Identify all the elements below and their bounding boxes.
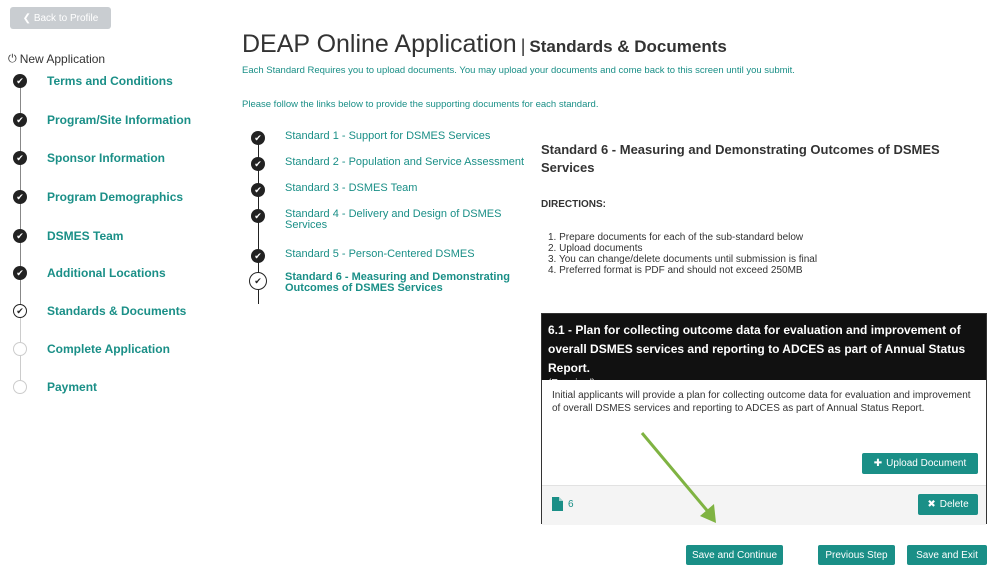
step-program-site[interactable]: ✔ Program/Site Information xyxy=(12,111,191,129)
standard-link-1[interactable]: ✔ Standard 1 - Support for DSMES Service… xyxy=(250,131,535,145)
step-label: Additional Locations xyxy=(47,266,166,280)
check-icon: ✔ xyxy=(251,183,265,197)
step-payment[interactable]: Payment xyxy=(12,378,97,396)
upload-row: ✚ Upload Document xyxy=(542,442,986,485)
check-icon: ✔ xyxy=(13,304,27,318)
instructions-text: Please follow the links below to provide… xyxy=(242,99,599,110)
standard-link-6[interactable]: ✔ Standard 6 - Measuring and Demonstrati… xyxy=(249,271,530,294)
standard-label: Standard 4 - Delivery and Design of DSME… xyxy=(285,208,502,231)
standard-label: Standard 6 - Measuring and Demonstrating… xyxy=(285,271,510,294)
back-to-profile-button[interactable]: ❮ Back to Profile xyxy=(10,7,111,29)
page-title: DEAP Online Application | Standards & Docu… xyxy=(242,30,727,59)
step-label: Payment xyxy=(47,380,98,394)
standard-link-5[interactable]: ✔ Standard 5 - Person-Centered DSMES xyxy=(250,249,535,263)
check-icon: ✔ xyxy=(251,157,265,171)
step-label: Program Demographics xyxy=(47,190,184,204)
step-label: DSMES Team xyxy=(47,229,124,243)
plus-icon: ✚ xyxy=(873,458,883,469)
substandard-header: 6.1 - Plan for collecting outcome data f… xyxy=(542,314,986,389)
empty-circle-icon xyxy=(13,380,27,394)
power-icon: ⏻ xyxy=(8,52,17,65)
uploaded-file-link[interactable]: 6 xyxy=(552,497,574,511)
close-icon: ✖ xyxy=(927,499,936,510)
step-dsmes-team[interactable]: ✔ DSMES Team xyxy=(12,227,123,245)
empty-circle-icon xyxy=(13,342,27,356)
delete-button[interactable]: ✖ Delete xyxy=(918,494,978,515)
substandard-description: Initial applicants will provide a plan f… xyxy=(552,390,971,414)
check-icon: ✔ xyxy=(13,151,27,165)
standard-link-4[interactable]: ✔ Standard 4 - Delivery and Design of DS… xyxy=(250,209,520,231)
intro-text: Each Standard Requires you to upload doc… xyxy=(242,65,795,76)
file-icon xyxy=(552,497,563,511)
upload-label: Upload Document xyxy=(886,458,967,469)
directions-label: DIRECTIONS: xyxy=(541,199,606,210)
sidebar-header-label: New Application xyxy=(19,52,106,66)
upload-document-button[interactable]: ✚ Upload Document xyxy=(862,453,978,474)
save-and-continue-button[interactable]: Save and Continue xyxy=(686,545,783,565)
direction-item: 2. Upload documents xyxy=(548,243,643,254)
standard-detail-title: Standard 6 - Measuring and Demonstrating… xyxy=(541,142,940,175)
step-standards-documents[interactable]: ✔ Standards & Documents xyxy=(12,302,186,320)
step-terms[interactable]: ✔ Terms and Conditions xyxy=(12,72,173,90)
direction-item: 4. Preferred format is PDF and should no… xyxy=(548,265,803,276)
check-icon: ✔ xyxy=(251,249,265,263)
standard-label: Standard 5 - Person-Centered DSMES xyxy=(285,248,475,260)
standard-link-3[interactable]: ✔ Standard 3 - DSMES Team xyxy=(250,183,535,197)
page-title-main: DEAP Online Application xyxy=(242,30,517,58)
substandard-panel: 6.1 - Plan for collecting outcome data f… xyxy=(541,313,987,525)
previous-step-button[interactable]: Previous Step xyxy=(818,545,895,565)
check-icon: ✔ xyxy=(13,74,27,88)
substandard-heading: 6.1 - Plan for collecting outcome data f… xyxy=(548,323,966,375)
step-sponsor[interactable]: ✔ Sponsor Information xyxy=(12,149,165,167)
step-label: Standards & Documents xyxy=(47,304,187,318)
step-label: Program/Site Information xyxy=(47,113,192,127)
green-arrow-annotation xyxy=(640,432,716,523)
check-icon: ✔ xyxy=(13,266,27,280)
sidebar-header: ⏻ New Application xyxy=(8,52,105,66)
standard-label: Standard 3 - DSMES Team xyxy=(285,182,418,194)
step-demographics[interactable]: ✔ Program Demographics xyxy=(12,188,183,206)
check-icon: ✔ xyxy=(13,113,27,127)
check-icon: ✔ xyxy=(251,209,265,223)
direction-item: 3. You can change/delete documents until… xyxy=(548,254,818,265)
directions-list: 1. Prepare documents for each of the sub… xyxy=(548,232,817,276)
standard-label: Standard 1 - Support for DSMES Services xyxy=(285,130,491,142)
step-label: Complete Application xyxy=(47,342,170,356)
file-name: 6 xyxy=(568,498,574,510)
standard-label: Standard 2 - Population and Service Asse… xyxy=(285,156,525,168)
delete-label: Delete xyxy=(939,499,969,510)
step-complete-application[interactable]: Complete Application xyxy=(12,340,170,358)
step-label: Terms and Conditions xyxy=(47,74,173,88)
check-icon: ✔ xyxy=(13,190,27,204)
page-subtitle: Standards & Documents xyxy=(529,37,727,56)
uploaded-file-row: 6 ✖ Delete xyxy=(542,485,986,525)
step-label: Sponsor Information xyxy=(47,151,165,165)
standard-link-2[interactable]: ✔ Standard 2 - Population and Service As… xyxy=(250,157,535,171)
check-icon: ✔ xyxy=(251,131,265,145)
check-icon: ✔ xyxy=(13,229,27,243)
save-and-exit-button[interactable]: Save and Exit xyxy=(907,545,987,565)
direction-item: 1. Prepare documents for each of the sub… xyxy=(548,232,804,243)
check-icon: ✔ xyxy=(249,272,267,290)
step-additional-locations[interactable]: ✔ Additional Locations xyxy=(12,264,166,282)
title-separator: | xyxy=(520,36,526,56)
